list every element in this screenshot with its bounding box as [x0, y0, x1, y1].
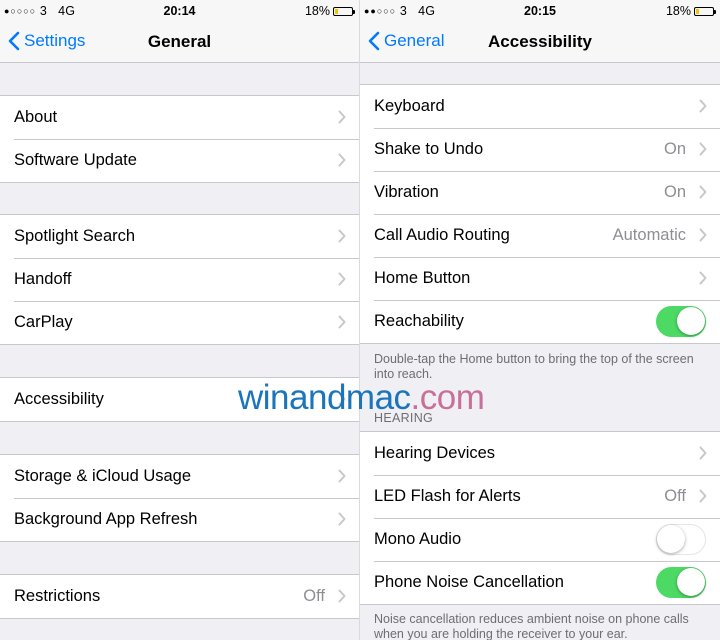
- row-software-update[interactable]: Software Update: [0, 139, 359, 182]
- watermark-part1: winandmac: [238, 378, 411, 417]
- row-keyboard[interactable]: Keyboard: [360, 85, 720, 128]
- chevron-right-icon: [338, 315, 346, 329]
- chevron-right-icon: [338, 153, 346, 167]
- row-vibration[interactable]: Vibration On: [360, 171, 720, 214]
- row-label: Mono Audio: [374, 530, 462, 548]
- row-label: LED Flash for Alerts: [374, 487, 521, 505]
- settings-group: About Software Update: [0, 95, 359, 183]
- row-background-app-refresh[interactable]: Background App Refresh: [0, 498, 359, 541]
- row-label: Handoff: [14, 270, 72, 288]
- toggle-knob: [677, 568, 705, 596]
- row-label: Background App Refresh: [14, 510, 198, 528]
- settings-group: Restrictions Off: [0, 574, 359, 619]
- row-spotlight-search[interactable]: Spotlight Search: [0, 215, 359, 258]
- general-screen: ●○○○○ 3 4G 20:14 18% Settings General Ab…: [0, 0, 360, 640]
- row-label: Restrictions: [14, 587, 101, 605]
- row-value: Automatic: [612, 226, 686, 244]
- row-phone-noise-cancellation[interactable]: Phone Noise Cancellation: [360, 561, 720, 604]
- row-label: Accessibility: [14, 390, 104, 408]
- settings-group: Spotlight Search Handoff CarPlay: [0, 214, 359, 345]
- accessibility-screen: ●●○○○ 3 4G 20:15 18% General Accessibili…: [360, 0, 720, 640]
- row-label: Hearing Devices: [374, 444, 496, 462]
- toggle-knob: [677, 307, 705, 335]
- chevron-right-icon: [338, 229, 346, 243]
- battery-icon: [694, 6, 716, 16]
- row-label: Shake to Undo: [374, 140, 484, 158]
- battery-percent: 18%: [665, 4, 691, 18]
- navigation-bar: Settings General: [0, 22, 359, 63]
- row-label: Keyboard: [374, 97, 445, 115]
- toggle-switch[interactable]: [656, 306, 706, 337]
- chevron-right-icon: [338, 512, 346, 526]
- row-carplay[interactable]: CarPlay: [0, 301, 359, 344]
- navigation-bar: General Accessibility: [360, 22, 720, 63]
- row-label: Vibration: [374, 183, 439, 201]
- row-label: Storage & iCloud Usage: [14, 467, 192, 485]
- chevron-right-icon: [338, 469, 346, 483]
- watermark-part2: .com: [410, 378, 485, 417]
- row-led-flash-for-alerts[interactable]: LED Flash for Alerts Off: [360, 475, 720, 518]
- row-label: Home Button: [374, 269, 471, 287]
- row-reachability[interactable]: Reachability: [360, 300, 720, 343]
- row-home-button[interactable]: Home Button: [360, 257, 720, 300]
- toggle-switch[interactable]: [656, 567, 706, 598]
- row-label: Call Audio Routing: [374, 226, 510, 244]
- status-bar: ●●○○○ 3 4G 20:15 18%: [360, 0, 720, 22]
- chevron-right-icon: [699, 446, 707, 460]
- row-value: Off: [664, 487, 686, 505]
- settings-group: Storage & iCloud Usage Background App Ref…: [0, 454, 359, 542]
- row-value: Off: [303, 587, 325, 605]
- chevron-right-icon: [699, 489, 707, 503]
- chevron-right-icon: [699, 142, 707, 156]
- row-restrictions[interactable]: Restrictions Off: [0, 575, 359, 618]
- row-value: On: [663, 140, 686, 158]
- chevron-right-icon: [699, 185, 707, 199]
- battery-fill: [335, 8, 338, 14]
- toggle-switch[interactable]: [656, 524, 706, 555]
- row-label: Phone Noise Cancellation: [374, 573, 564, 591]
- row-call-audio-routing[interactable]: Call Audio Routing Automatic: [360, 214, 720, 257]
- row-label: CarPlay: [14, 313, 73, 331]
- battery-indicator: 18%: [304, 4, 355, 18]
- row-label: Software Update: [14, 151, 137, 169]
- row-shake-to-undo[interactable]: Shake to Undo On: [360, 128, 720, 171]
- toggle-knob: [657, 525, 685, 553]
- row-mono-audio[interactable]: Mono Audio: [360, 518, 720, 561]
- watermark-logo: winandmac.com: [238, 378, 485, 418]
- chevron-right-icon: [699, 271, 707, 285]
- battery-percent: 18%: [304, 4, 330, 18]
- row-storage-and-icloud-usage[interactable]: Storage & iCloud Usage: [0, 455, 359, 498]
- row-handoff[interactable]: Handoff: [0, 258, 359, 301]
- settings-group: Keyboard Shake to Undo On Vibration On Call A…: [360, 84, 720, 344]
- settings-group: Hearing Devices LED Flash for Alerts Off Mo…: [360, 431, 720, 605]
- chevron-right-icon: [338, 110, 346, 124]
- chevron-right-icon: [699, 228, 707, 242]
- row-label: Spotlight Search: [14, 227, 136, 245]
- battery-icon: [333, 6, 355, 16]
- row-label: About: [14, 108, 58, 126]
- page-title: Accessibility: [488, 32, 592, 51]
- chevron-right-icon: [338, 272, 346, 286]
- chevron-right-icon: [699, 99, 707, 113]
- row-about[interactable]: About: [0, 96, 359, 139]
- chevron-right-icon: [338, 589, 346, 603]
- status-bar: ●○○○○ 3 4G 20:14 18%: [0, 0, 359, 22]
- battery-indicator: 18%: [665, 4, 716, 18]
- row-label: Reachability: [374, 312, 464, 330]
- page-title: General: [147, 32, 212, 51]
- row-hearing-devices[interactable]: Hearing Devices: [360, 432, 720, 475]
- noise-cancellation-footer: Noise cancellation reduces ambient noise…: [374, 612, 689, 640]
- battery-fill: [696, 8, 699, 14]
- row-value: On: [663, 183, 686, 201]
